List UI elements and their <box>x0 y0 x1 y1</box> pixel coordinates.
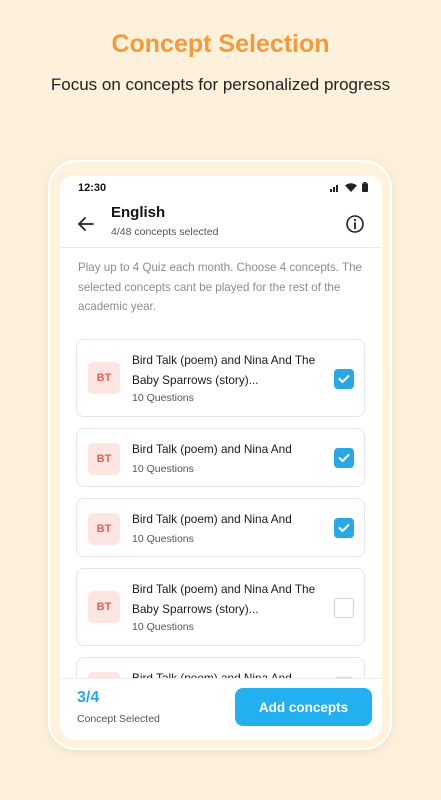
concept-question-count: 10 Questions <box>132 463 194 475</box>
app-header: English 4/48 concepts selected <box>60 200 382 248</box>
concept-list: BT Bird Talk (poem) and Nina And The Baby… <box>76 339 365 727</box>
footer-bar: 3/4 Concept Selected Add concepts <box>60 678 382 740</box>
concept-badge: BT <box>88 513 120 545</box>
phone-frame: 12:30 English 4/48 concepts selected Pla… <box>48 160 392 750</box>
concept-checkbox[interactable] <box>334 518 354 538</box>
concept-checkbox[interactable] <box>334 369 354 389</box>
add-concepts-button[interactable]: Add concepts <box>235 688 372 726</box>
checkmark-icon <box>338 454 350 462</box>
concept-title: Bird Talk (poem) and Nina And The Baby S… <box>132 582 316 616</box>
info-icon[interactable] <box>345 214 365 234</box>
instructions-text: Play up to 4 Quiz each month. Choose 4 c… <box>78 261 363 313</box>
checkmark-icon <box>338 375 350 383</box>
concept-card[interactable]: BT Bird Talk (poem) and Nina And The Baby… <box>76 568 365 646</box>
concept-question-count: 10 Questions <box>132 392 194 404</box>
concept-checkbox[interactable] <box>334 598 354 618</box>
selected-count-label: Concept Selected <box>77 713 160 725</box>
selected-count: 3/4 <box>77 689 100 706</box>
promo-subtitle: Focus on concepts for personalized progr… <box>50 75 391 94</box>
app-screen: 12:30 English 4/48 concepts selected Pla… <box>60 176 382 740</box>
concept-card[interactable]: BT Bird Talk (poem) and Nina And The Baby… <box>76 339 365 417</box>
promo-title: Concept Selection <box>111 30 330 58</box>
status-bar: 12:30 <box>60 176 382 200</box>
concept-checkbox[interactable] <box>334 448 354 468</box>
checkmark-icon <box>338 524 350 532</box>
concept-title: Bird Talk (poem) and Nina And <box>132 442 292 456</box>
concept-badge: BT <box>88 591 120 623</box>
concept-card[interactable]: BT Bird Talk (poem) and Nina And 10 Questi… <box>76 428 365 487</box>
concept-badge: BT <box>88 362 120 394</box>
concept-question-count: 10 Questions <box>132 533 194 545</box>
subject-title: English <box>111 204 166 221</box>
status-time: 12:30 <box>78 182 107 194</box>
concept-question-count: 10 Questions <box>132 621 194 633</box>
concept-card[interactable]: BT Bird Talk (poem) and Nina And 10 Questi… <box>76 498 365 557</box>
concepts-selected-count: 4/48 concepts selected <box>111 226 219 238</box>
wifi-icon <box>345 182 357 192</box>
battery-icon <box>362 182 368 192</box>
back-arrow-icon[interactable] <box>76 214 96 234</box>
concept-badge: BT <box>88 443 120 475</box>
concept-title: Bird Talk (poem) and Nina And The Baby S… <box>132 353 316 387</box>
signal-icon <box>330 184 338 192</box>
concept-title: Bird Talk (poem) and Nina And <box>132 512 292 526</box>
status-icons <box>330 182 368 192</box>
